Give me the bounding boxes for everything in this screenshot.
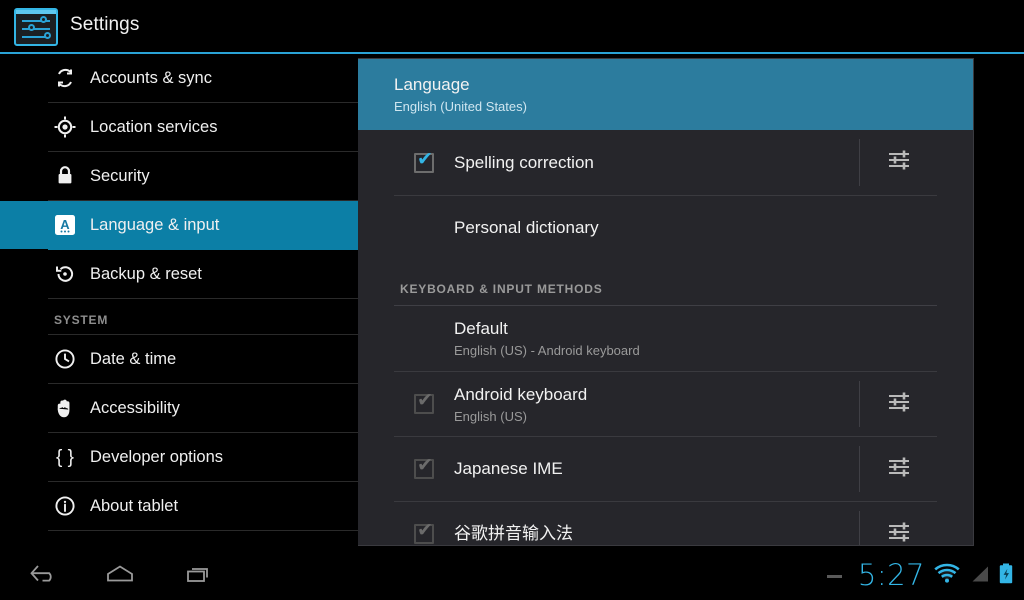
- sidebar-item-accounts-sync[interactable]: Accounts & sync: [48, 54, 358, 103]
- spelling-correction-checkbox[interactable]: ✔: [394, 130, 454, 195]
- check-glyph: ✔: [417, 519, 433, 541]
- braces-icon: { }: [46, 443, 84, 471]
- sidebar-item-label: Date & time: [90, 349, 177, 368]
- android-settings-screen: Settings Accounts & sync Location servic…: [0, 0, 1024, 600]
- clock-icon: [46, 345, 84, 373]
- sidebar-item-backup-reset[interactable]: Backup & reset: [48, 250, 358, 299]
- sync-icon: [46, 64, 84, 92]
- info-icon: [46, 492, 84, 520]
- check-glyph: ✔: [417, 147, 433, 170]
- language-input-panel: Language English (United States) ✔ Spell…: [358, 58, 974, 546]
- svg-text:{ }: { }: [56, 447, 74, 468]
- title-bar: Settings: [0, 0, 1024, 52]
- sidebar-item-developer-options[interactable]: { } Developer options: [48, 433, 358, 482]
- back-icon: [26, 561, 62, 592]
- status-clock: 5:27: [857, 557, 925, 592]
- app-title: Settings: [70, 14, 140, 35]
- android-keyboard-checkbox[interactable]: ✔: [394, 372, 454, 436]
- row-title: Language: [394, 75, 470, 95]
- sidebar-item-accessibility[interactable]: Accessibility: [48, 384, 358, 433]
- sidebar-item-date-time[interactable]: Date & time: [48, 335, 358, 384]
- settings-sliders-icon: [885, 388, 913, 421]
- row-title: Personal dictionary: [454, 218, 599, 238]
- settings-sliders-icon: [885, 146, 913, 179]
- home-button[interactable]: [86, 552, 154, 600]
- sidebar-item-label: Location services: [90, 117, 218, 136]
- sidebar-item-security[interactable]: Security: [48, 152, 358, 201]
- row-title: Spelling correction: [454, 152, 594, 172]
- row-default-input-method[interactable]: Default English (US) - Android keyboard: [394, 306, 937, 371]
- section-keyboard-input-methods: KEYBOARD & INPUT METHODS: [394, 260, 937, 306]
- home-icon: [102, 561, 138, 592]
- sidebar-item-label: Security: [90, 166, 150, 185]
- sidebar-section-system: SYSTEM: [48, 299, 358, 335]
- cellular-signal-icon: [969, 563, 991, 590]
- sidebar-item-label: Backup & reset: [90, 264, 202, 283]
- notification-dash-icon: [826, 574, 842, 578]
- hand-icon: [46, 394, 84, 422]
- system-navigation-bar: 5:27: [0, 552, 1024, 600]
- settings-sliders-icon: [885, 518, 913, 546]
- row-title: Japanese IME: [454, 459, 563, 479]
- row-android-keyboard[interactable]: ✔ Android keyboard English (US): [394, 371, 937, 436]
- row-subtitle: English (US): [454, 408, 527, 424]
- battery-charging-icon: [998, 562, 1014, 591]
- lock-icon: [46, 162, 84, 190]
- sidebar-item-label: Language & input: [90, 215, 220, 234]
- row-title: Android keyboard: [454, 384, 588, 404]
- sidebar-item-location-services[interactable]: Location services: [48, 103, 358, 152]
- spelling-correction-settings-button[interactable]: [859, 139, 937, 186]
- status-area[interactable]: 5:27: [826, 552, 1014, 600]
- sidebar-item-label: About tablet: [90, 496, 179, 515]
- settings-sidebar[interactable]: Accounts & sync Location services Securi…: [0, 54, 358, 552]
- row-spelling-correction[interactable]: ✔ Spelling correction: [394, 130, 937, 195]
- check-glyph: ✔: [417, 389, 433, 411]
- sidebar-item-label: Developer options: [90, 447, 223, 466]
- row-personal-dictionary[interactable]: Personal dictionary: [394, 195, 937, 260]
- android-keyboard-settings-button[interactable]: [859, 381, 937, 427]
- sidebar-item-label: Accessibility: [90, 398, 180, 417]
- check-glyph: ✔: [417, 454, 433, 476]
- settings-sliders-icon: [885, 453, 913, 486]
- row-subtitle: English (US) - Android keyboard: [454, 343, 640, 359]
- back-button[interactable]: [10, 552, 78, 600]
- recent-apps-button[interactable]: [166, 552, 234, 600]
- japanese-ime-checkbox[interactable]: ✔: [394, 437, 454, 501]
- google-pinyin-settings-button[interactable]: [859, 511, 937, 546]
- sidebar-item-language-input[interactable]: A Language & input: [0, 201, 358, 250]
- google-pinyin-checkbox[interactable]: ✔: [394, 502, 454, 545]
- row-subtitle: English (United States): [394, 99, 527, 115]
- row-japanese-ime[interactable]: ✔ Japanese IME: [394, 436, 937, 501]
- svg-text:A: A: [60, 217, 70, 232]
- sidebar-item-about-tablet[interactable]: About tablet: [48, 482, 358, 531]
- row-google-pinyin-ime[interactable]: ✔ 谷歌拼音输入法: [394, 501, 937, 546]
- wifi-icon: [932, 562, 962, 591]
- restore-icon: [46, 260, 84, 288]
- language-a-icon: A: [46, 211, 84, 239]
- settings-sliders-icon: [14, 8, 58, 46]
- recent-apps-icon: [182, 561, 218, 592]
- row-title: Default: [454, 319, 508, 339]
- japanese-ime-settings-button[interactable]: [859, 446, 937, 492]
- location-icon: [46, 113, 84, 141]
- row-title: 谷歌拼音输入法: [454, 524, 573, 544]
- sidebar-item-label: Accounts & sync: [90, 68, 212, 87]
- row-language[interactable]: Language English (United States): [358, 59, 973, 130]
